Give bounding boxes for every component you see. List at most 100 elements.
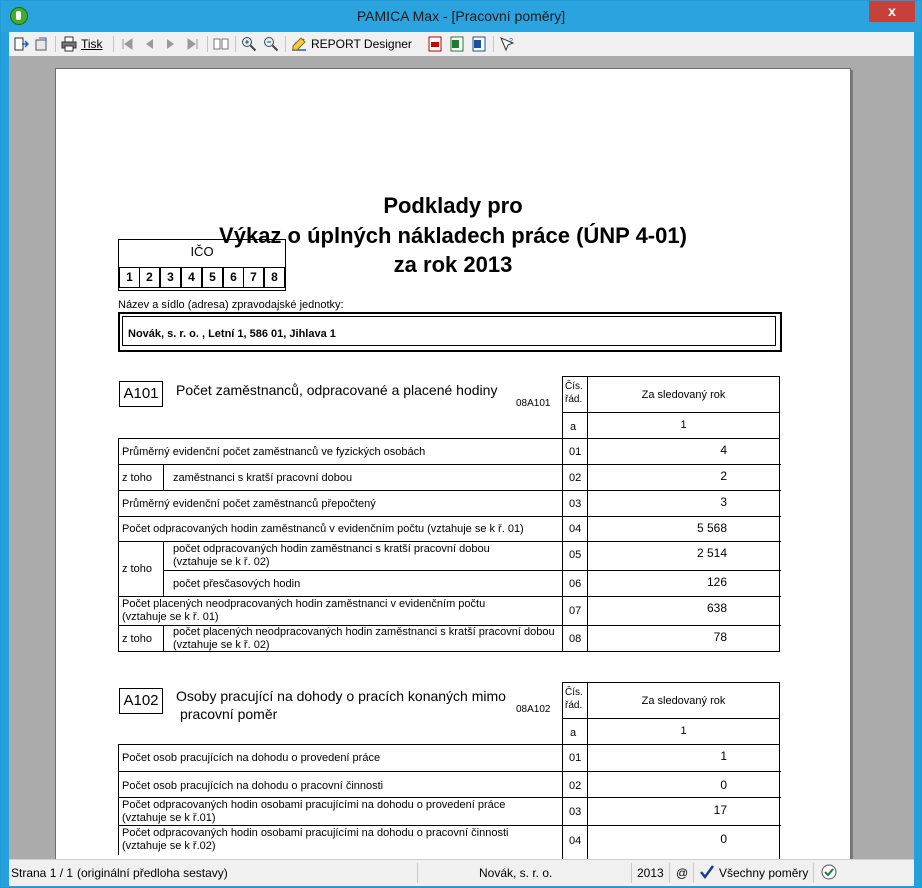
row-label-2: (vztahuje se k ř.02) — [122, 840, 216, 852]
row-label: Průměrný evidenční počet zaměstnanců ve … — [122, 446, 426, 458]
row-label-2: (vztahuje se k ř.01) — [122, 812, 216, 824]
col-1: 1 — [680, 419, 687, 431]
section-code: A102 — [119, 688, 163, 714]
report-page: Podklady pro Výkaz o úplných nákladech p… — [55, 68, 851, 859]
section-title: Počet zaměstnanců, odpracované a placené… — [176, 382, 498, 398]
row-label: počet přesčasových hodin — [173, 578, 301, 590]
row-label-2: (vztahuje se k ř. 02) — [173, 556, 270, 568]
table-row: Počet odpracovaných hodin osobami pracuj… — [118, 825, 781, 855]
row-group: z toho — [122, 633, 152, 645]
col-year-header: Za sledovaný rok — [641, 695, 726, 707]
report-designer-icon[interactable] — [291, 36, 307, 52]
row-label: Počet osob pracujících na dohodu o praco… — [122, 780, 384, 792]
toolbar-separator — [285, 36, 286, 52]
row-value: 17 — [713, 803, 727, 817]
table-row: z toho počet placených neodpracovaných h… — [118, 625, 781, 651]
ico-digit: 8 — [264, 267, 285, 288]
pdf-icon[interactable] — [427, 36, 443, 52]
checkmark-icon — [700, 865, 715, 880]
previous-page-icon[interactable] — [141, 36, 157, 52]
title-bar: PAMICA Max - [Pracovní poměry] x — [1, 1, 921, 32]
row-number: 04 — [569, 523, 582, 535]
name-address-label: Název a sídlo (adresa) zpravodajské jedn… — [118, 299, 344, 311]
col-1: 1 — [680, 725, 687, 737]
ico-box: IČO 1 2 3 4 5 6 7 8 — [118, 239, 286, 291]
ico-label: IČO — [190, 244, 214, 259]
col-row-header: Čís. řád. — [565, 381, 583, 405]
toolbar-separator — [207, 36, 208, 52]
table-row: z toho zaměstnanci s kratší pracovní dob… — [118, 464, 781, 491]
zoom-in-icon[interactable] — [241, 36, 257, 52]
col-row-header: Čís. řád. — [565, 687, 583, 711]
print-button[interactable]: Tisk — [81, 35, 103, 53]
toolbar-separator — [235, 36, 236, 52]
status-company: Novák, s. r. o. — [479, 866, 553, 880]
row-label: Počet placených neodpracovaných hodin za… — [122, 598, 486, 610]
section-a102: A102 Osoby pracující na dohody o pracích… — [118, 682, 781, 859]
report-preview-area[interactable]: Podklady pro Výkaz o úplných nákladech p… — [9, 56, 914, 859]
col-a: a — [570, 727, 577, 739]
toolbar: Tisk REPORT Designer ? — [9, 32, 914, 57]
excel-icon[interactable] — [449, 36, 465, 52]
row-label: počet placených neodpracovaných hodin za… — [173, 626, 555, 638]
export-icon[interactable] — [33, 36, 49, 52]
row-number: 02 — [569, 780, 582, 792]
row-value: 78 — [713, 630, 727, 644]
toolbar-separator — [493, 36, 494, 52]
status-at: @ — [676, 866, 689, 880]
row-number: 01 — [569, 446, 582, 458]
row-value: 5 568 — [696, 521, 727, 535]
row-label-2: (vztahuje se k ř. 02) — [173, 639, 270, 651]
row-label: Průměrný evidenční počet zaměstnanců pře… — [122, 498, 376, 510]
name-address-value: Novák, s. r. o. , Letní 1, 586 01, Jihla… — [128, 328, 336, 340]
section-title-2: pracovní poměr — [180, 706, 278, 722]
col-a: a — [570, 421, 577, 433]
row-label: Počet osob pracujících na dohodu o prove… — [122, 752, 381, 764]
row-label: Počet odpracovaných hodin osobami pracuj… — [122, 799, 506, 811]
toolbar-separator — [113, 36, 114, 52]
section-code2: 08A102 — [516, 704, 551, 715]
next-page-icon[interactable] — [163, 36, 179, 52]
first-page-icon[interactable] — [119, 36, 135, 52]
row-number: 07 — [569, 605, 582, 617]
row-group: z toho — [122, 563, 152, 575]
two-pages-icon[interactable] — [213, 36, 229, 52]
row-value: 0 — [720, 832, 727, 846]
table-row: Počet odpracovaných hodin osobami pracuj… — [118, 797, 781, 826]
svg-text:?: ? — [509, 38, 513, 45]
col-year-header: Za sledovaný rok — [641, 389, 726, 401]
ico-digit: 4 — [181, 267, 202, 288]
status-year: 2013 — [637, 866, 664, 880]
row-group: z toho — [122, 472, 152, 484]
ico-digit: 7 — [243, 267, 264, 288]
row-number: 06 — [569, 578, 582, 590]
help-icon[interactable]: ? — [499, 36, 515, 52]
ok-status-icon — [821, 864, 837, 880]
row-number: 03 — [569, 806, 582, 818]
ico-digit: 5 — [202, 267, 223, 288]
row-number: 03 — [569, 498, 582, 510]
row-label: počet odpracovaných hodin zaměstnanci s … — [173, 543, 490, 555]
status-bar: Strana 1 / 1 (originální předloha sestav… — [9, 859, 914, 886]
report-designer-button[interactable]: REPORT Designer — [311, 35, 412, 53]
close-button[interactable]: x — [869, 1, 915, 22]
row-value: 2 514 — [696, 546, 727, 560]
section-code2: 08A101 — [516, 398, 551, 409]
status-filter[interactable]: Všechny poměry — [719, 866, 808, 880]
table-row: Počet osob pracujících na dohodu o prove… — [118, 744, 781, 772]
last-page-icon[interactable] — [185, 36, 201, 52]
table-row: Průměrný evidenční počet zaměstnanců ve … — [118, 438, 781, 465]
row-number: 04 — [569, 835, 582, 847]
row-label-2: (vztahuje se k ř. 01) — [122, 611, 219, 623]
exit-icon[interactable] — [13, 36, 29, 52]
toolbar-separator — [55, 36, 56, 52]
table-row-group: z toho počet odpracovaných hodin zaměstn… — [118, 541, 781, 597]
section-title: Osoby pracující na dohody o pracích kona… — [176, 688, 506, 704]
row-number: 02 — [569, 472, 582, 484]
table-row: Počet osob pracujících na dohodu o praco… — [118, 771, 781, 798]
printer-icon[interactable] — [61, 36, 77, 52]
word-icon[interactable] — [471, 36, 487, 52]
window-title: PAMICA Max - [Pracovní poměry] — [356, 8, 566, 24]
row-value: 4 — [720, 443, 727, 457]
zoom-out-icon[interactable] — [263, 36, 279, 52]
